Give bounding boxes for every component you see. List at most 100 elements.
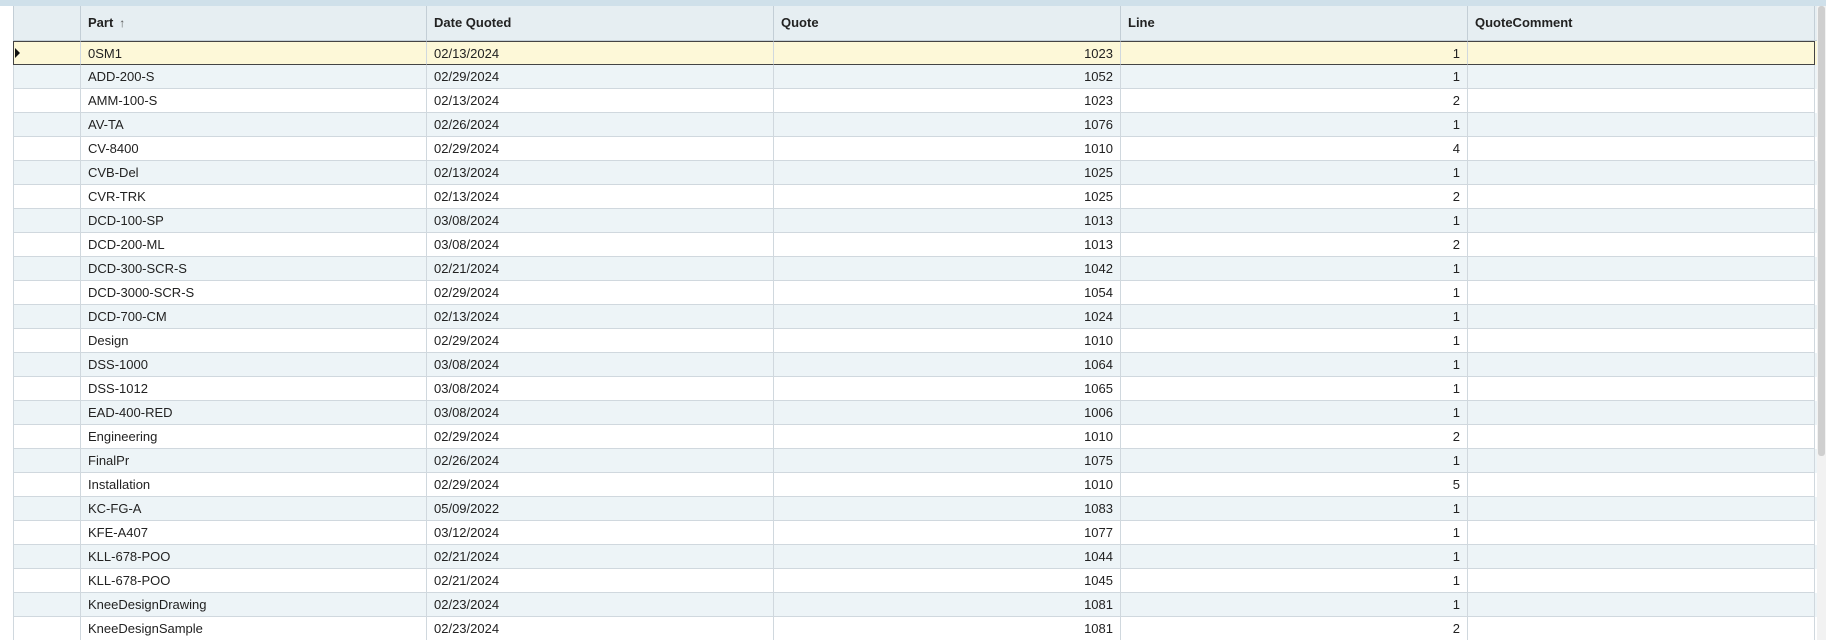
row-selector-cell[interactable] (13, 593, 81, 617)
line-cell[interactable]: 1 (1121, 377, 1468, 401)
line-cell[interactable]: 1 (1121, 305, 1468, 329)
line-cell[interactable]: 1 (1121, 257, 1468, 281)
line-cell[interactable]: 1 (1121, 353, 1468, 377)
line-cell[interactable]: 1 (1121, 281, 1468, 305)
quote-cell[interactable]: 1077 (774, 521, 1121, 545)
row-selector-cell[interactable] (13, 449, 81, 473)
quote-cell[interactable]: 1023 (774, 41, 1121, 65)
table-row[interactable]: DSS-1000 03/08/2024 1064 1 (13, 353, 1817, 377)
table-row[interactable]: KFE-A407 03/12/2024 1077 1 (13, 521, 1817, 545)
date-quoted-cell[interactable]: 02/29/2024 (427, 425, 774, 449)
row-selector-cell[interactable] (13, 137, 81, 161)
quote-cell[interactable]: 1045 (774, 569, 1121, 593)
row-selector-cell[interactable] (13, 89, 81, 113)
quote-comment-cell[interactable] (1468, 137, 1815, 161)
part-cell[interactable]: FinalPr (81, 449, 427, 473)
quote-comment-cell[interactable] (1468, 89, 1815, 113)
line-cell[interactable]: 1 (1121, 521, 1468, 545)
part-cell[interactable]: ADD-200-S (81, 65, 427, 89)
row-selector-cell[interactable] (13, 257, 81, 281)
line-cell[interactable]: 1 (1121, 161, 1468, 185)
line-cell[interactable]: 4 (1121, 137, 1468, 161)
part-cell[interactable]: CVR-TRK (81, 185, 427, 209)
quote-cell[interactable]: 1044 (774, 545, 1121, 569)
quote-comment-cell[interactable] (1468, 41, 1815, 65)
table-row[interactable]: DCD-200-ML 03/08/2024 1013 2 (13, 233, 1817, 257)
part-cell[interactable]: KC-FG-A (81, 497, 427, 521)
quote-cell[interactable]: 1006 (774, 401, 1121, 425)
date-quoted-cell[interactable]: 02/13/2024 (427, 41, 774, 65)
quote-comment-cell[interactable] (1468, 497, 1815, 521)
date-quoted-cell[interactable]: 02/29/2024 (427, 473, 774, 497)
quote-cell[interactable]: 1024 (774, 305, 1121, 329)
date-quoted-cell[interactable]: 03/12/2024 (427, 521, 774, 545)
header-line[interactable]: Line (1121, 6, 1468, 40)
date-quoted-cell[interactable]: 02/29/2024 (427, 65, 774, 89)
date-quoted-cell[interactable]: 05/09/2022 (427, 497, 774, 521)
date-quoted-cell[interactable]: 02/21/2024 (427, 569, 774, 593)
date-quoted-cell[interactable]: 02/23/2024 (427, 617, 774, 640)
table-row[interactable]: CV-8400 02/29/2024 1010 4 (13, 137, 1817, 161)
header-part[interactable]: Part ↑ (81, 6, 427, 40)
part-cell[interactable]: KLL-678-POO (81, 569, 427, 593)
table-row[interactable]: KneeDesignDrawing 02/23/2024 1081 1 (13, 593, 1817, 617)
row-selector-cell[interactable] (13, 233, 81, 257)
header-date-quoted[interactable]: Date Quoted (427, 6, 774, 40)
row-selector-cell[interactable] (13, 281, 81, 305)
table-row[interactable]: EAD-400-RED 03/08/2024 1006 1 (13, 401, 1817, 425)
row-selector-cell[interactable] (13, 497, 81, 521)
quote-comment-cell[interactable] (1468, 449, 1815, 473)
header-quote[interactable]: Quote (774, 6, 1121, 40)
row-selector-cell[interactable] (13, 41, 81, 65)
table-row[interactable]: AMM-100-S 02/13/2024 1023 2 (13, 89, 1817, 113)
table-row[interactable]: AV-TA 02/26/2024 1076 1 (13, 113, 1817, 137)
quote-cell[interactable]: 1023 (774, 89, 1121, 113)
table-row[interactable]: KC-FG-A 05/09/2022 1083 1 (13, 497, 1817, 521)
line-cell[interactable]: 1 (1121, 545, 1468, 569)
part-cell[interactable]: KLL-678-POO (81, 545, 427, 569)
table-row[interactable]: KneeDesignSample 02/23/2024 1081 2 (13, 617, 1817, 640)
row-selector-cell[interactable] (13, 545, 81, 569)
quote-comment-cell[interactable] (1468, 161, 1815, 185)
table-row[interactable]: DCD-300-SCR-S 02/21/2024 1042 1 (13, 257, 1817, 281)
header-row-selector[interactable] (13, 6, 81, 40)
part-cell[interactable]: KneeDesignDrawing (81, 593, 427, 617)
row-selector-cell[interactable] (13, 521, 81, 545)
quote-cell[interactable]: 1083 (774, 497, 1121, 521)
part-cell[interactable]: Installation (81, 473, 427, 497)
quote-comment-cell[interactable] (1468, 425, 1815, 449)
row-selector-cell[interactable] (13, 401, 81, 425)
quote-comment-cell[interactable] (1468, 233, 1815, 257)
table-row[interactable]: KLL-678-POO 02/21/2024 1044 1 (13, 545, 1817, 569)
line-cell[interactable]: 2 (1121, 617, 1468, 640)
date-quoted-cell[interactable]: 03/08/2024 (427, 353, 774, 377)
quote-cell[interactable]: 1076 (774, 113, 1121, 137)
part-cell[interactable]: CVB-Del (81, 161, 427, 185)
date-quoted-cell[interactable]: 02/26/2024 (427, 449, 774, 473)
part-cell[interactable]: EAD-400-RED (81, 401, 427, 425)
row-selector-cell[interactable] (13, 329, 81, 353)
line-cell[interactable]: 1 (1121, 329, 1468, 353)
date-quoted-cell[interactable]: 02/26/2024 (427, 113, 774, 137)
table-row-current[interactable]: 0SM1 02/13/2024 1023 1 (13, 41, 1817, 65)
date-quoted-cell[interactable]: 02/29/2024 (427, 281, 774, 305)
quote-comment-cell[interactable] (1468, 185, 1815, 209)
line-cell[interactable]: 1 (1121, 569, 1468, 593)
quote-comment-cell[interactable] (1468, 401, 1815, 425)
date-quoted-cell[interactable]: 03/08/2024 (427, 377, 774, 401)
quote-cell[interactable]: 1013 (774, 233, 1121, 257)
part-cell[interactable]: Design (81, 329, 427, 353)
quote-comment-cell[interactable] (1468, 473, 1815, 497)
line-cell[interactable]: 1 (1121, 593, 1468, 617)
quote-comment-cell[interactable] (1468, 377, 1815, 401)
date-quoted-cell[interactable]: 02/21/2024 (427, 257, 774, 281)
row-selector-cell[interactable] (13, 185, 81, 209)
date-quoted-cell[interactable]: 02/13/2024 (427, 185, 774, 209)
part-cell[interactable]: KFE-A407 (81, 521, 427, 545)
table-row[interactable]: FinalPr 02/26/2024 1075 1 (13, 449, 1817, 473)
table-row[interactable]: Installation 02/29/2024 1010 5 (13, 473, 1817, 497)
quote-comment-cell[interactable] (1468, 281, 1815, 305)
quote-comment-cell[interactable] (1468, 545, 1815, 569)
row-selector-cell[interactable] (13, 569, 81, 593)
part-cell[interactable]: DCD-700-CM (81, 305, 427, 329)
